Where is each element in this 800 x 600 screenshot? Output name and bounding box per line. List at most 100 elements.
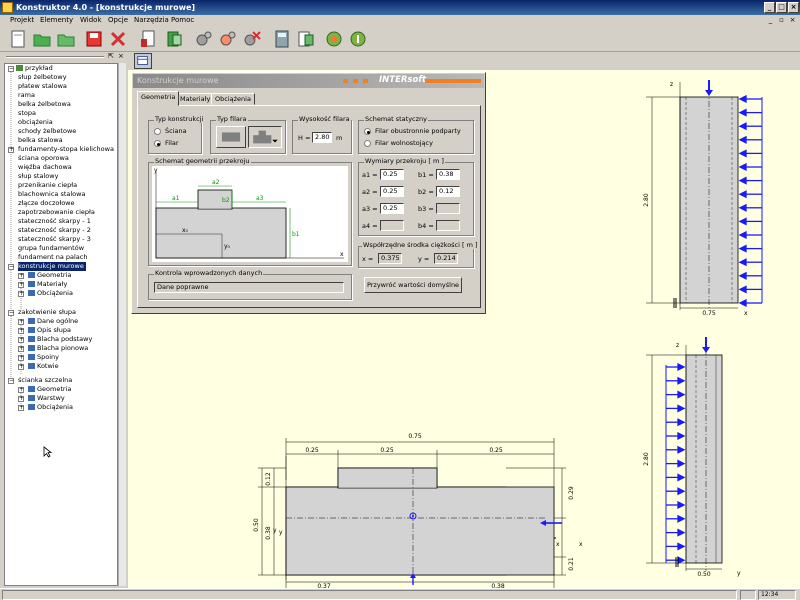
collapse-toggle[interactable]: − — [8, 378, 14, 384]
tree-root[interactable]: przykład — [16, 64, 53, 73]
tree-subitem[interactable]: Kotwie — [28, 362, 59, 371]
pin-icon[interactable]: ⇱ — [108, 52, 114, 60]
export-icon[interactable] — [164, 29, 184, 49]
tree-subitem[interactable]: Obciążenia — [28, 289, 73, 298]
tree-item[interactable]: belka stalowa — [18, 136, 63, 145]
tree-subitem[interactable]: Geometria — [28, 385, 71, 394]
tree-subitem[interactable]: Dane ogólne — [28, 317, 78, 326]
tree-item[interactable]: zapotrzebowanie ciepła — [18, 208, 95, 217]
close-button[interactable]: × — [788, 2, 799, 13]
expand-toggle[interactable]: + — [18, 346, 24, 352]
tree-item[interactable]: słup żelbetowy — [18, 73, 67, 82]
expand-toggle[interactable]: + — [18, 319, 24, 325]
collapse-toggle[interactable]: − — [8, 310, 14, 316]
tree-item[interactable]: przenikanie ciepła — [18, 181, 77, 190]
new-document-icon[interactable] — [8, 29, 28, 49]
menu-projekt[interactable]: Projekt — [10, 16, 34, 24]
expand-toggle[interactable]: + — [18, 282, 24, 288]
tree-item[interactable]: więźba dachowa — [18, 163, 72, 172]
tree-item[interactable]: stopa — [18, 109, 36, 118]
expand-toggle[interactable]: + — [18, 328, 24, 334]
minimize-button[interactable]: _ — [764, 2, 775, 13]
folder-icon[interactable] — [56, 29, 76, 49]
restore-defaults-button[interactable]: Przywróć wartości domyślne — [364, 277, 462, 293]
mdi-minimize-button[interactable]: _ — [766, 16, 775, 25]
expand-toggle[interactable]: + — [18, 291, 24, 297]
tree-subitem[interactable]: Blacha podstawy — [28, 335, 92, 344]
a3-input[interactable]: 0.25 — [380, 203, 404, 214]
radio-sciana[interactable] — [154, 128, 161, 135]
menu-pomoc[interactable]: Pomoc — [171, 16, 194, 24]
radio-filar[interactable] — [154, 140, 161, 147]
report-icon[interactable] — [296, 29, 316, 49]
filar-type-rect-button[interactable] — [216, 126, 246, 148]
tree-subitem[interactable]: Materiały — [28, 280, 67, 289]
maximize-button[interactable]: □ — [776, 2, 787, 13]
tree-item[interactable]: ściana oporowa — [18, 154, 69, 163]
a1-input[interactable]: 0.25 — [380, 169, 404, 180]
radio-obustronnie[interactable] — [364, 128, 371, 135]
expand-toggle[interactable]: + — [18, 355, 24, 361]
print-preview-icon[interactable] — [138, 29, 158, 49]
settings-icon[interactable] — [194, 29, 214, 49]
open-folder-icon[interactable] — [32, 29, 52, 49]
tree-subitem[interactable]: Warstwy — [28, 394, 65, 403]
tree-subitem[interactable]: Blacha pionowa — [28, 344, 88, 353]
tree-item[interactable]: blachownica stalowa — [18, 190, 85, 199]
calculator-icon[interactable] — [272, 29, 292, 49]
radio-wolnostojacy[interactable] — [364, 140, 371, 147]
tab-obciazenia[interactable]: Obciążenia — [211, 93, 255, 105]
tree-item[interactable]: rama — [18, 91, 35, 100]
tree-item[interactable]: zakotwienie słupa — [18, 308, 76, 317]
panel-close-icon[interactable]: × — [118, 52, 124, 60]
mdi-restore-button[interactable]: ▫ — [777, 16, 786, 25]
tab-materialy[interactable]: Materiały — [176, 93, 215, 105]
menu-opcje[interactable]: Opcje — [108, 16, 128, 24]
tree-item[interactable]: ścianka szczelna — [18, 376, 72, 385]
tree-scrollbar[interactable] — [118, 63, 126, 586]
expand-toggle[interactable]: + — [18, 273, 24, 279]
tree-subitem[interactable]: Spoiny — [28, 353, 59, 362]
tree-item[interactable]: stateczność skarpy - 3 — [18, 235, 91, 244]
info-icon[interactable] — [348, 29, 368, 49]
tree-item[interactable]: grupa fundamentów — [18, 244, 84, 253]
collapse-toggle[interactable]: − — [8, 264, 14, 270]
tree-subitem[interactable]: Obciążenia — [28, 403, 73, 412]
expand-toggle[interactable]: + — [18, 396, 24, 402]
expand-toggle[interactable]: + — [18, 405, 24, 411]
tree-item[interactable]: fundamenty-stopa kielichowa — [18, 145, 114, 154]
expand-toggle[interactable]: + — [18, 364, 24, 370]
expand-toggle[interactable]: + — [8, 147, 14, 153]
tree-item[interactable]: obciążenia — [18, 118, 53, 127]
tree-item-selected[interactable]: konstrukcje murowe — [18, 262, 86, 271]
tree-item[interactable]: słup stalowy — [18, 172, 58, 181]
expand-toggle[interactable]: + — [18, 387, 24, 393]
tree-item[interactable]: belka żelbetowa — [18, 100, 71, 109]
tree-item[interactable]: stateczność skarpy - 2 — [18, 226, 91, 235]
save-icon[interactable] — [84, 29, 104, 49]
menu-widok[interactable]: Widok — [80, 16, 102, 24]
tree-item[interactable]: płatew stalowa — [18, 82, 67, 91]
tools-delete-icon[interactable] — [242, 29, 262, 49]
height-input[interactable]: 2.80 — [312, 132, 332, 143]
tree-item[interactable]: schody żelbetowe — [18, 127, 76, 136]
expand-toggle[interactable]: − — [8, 66, 14, 72]
tree-item[interactable]: złącze doczołowe — [18, 199, 75, 208]
tab-geometria[interactable]: Geometria — [137, 91, 180, 106]
menu-elementy[interactable]: Elementy — [40, 16, 73, 24]
a2-input[interactable]: 0.25 — [380, 186, 404, 197]
b1-input[interactable]: 0.38 — [436, 169, 460, 180]
tree-subitem[interactable]: Geometria — [28, 271, 71, 280]
help-icon[interactable] — [324, 29, 344, 49]
filar-type-t-button[interactable] — [248, 126, 282, 148]
delete-icon[interactable] — [108, 29, 128, 49]
expand-toggle[interactable]: + — [18, 337, 24, 343]
view-toggle-icon[interactable] — [134, 53, 152, 69]
menu-narzedzia[interactable]: Narzędzia — [134, 16, 169, 24]
tree-item[interactable]: stateczność skarpy - 1 — [18, 217, 91, 226]
tools-icon[interactable] — [218, 29, 238, 49]
mdi-close-button[interactable]: × — [788, 16, 797, 25]
tree-subitem[interactable]: Opis słupa — [28, 326, 71, 335]
b2-input[interactable]: 0.12 — [436, 186, 460, 197]
tree-item[interactable]: fundament na palach — [18, 253, 87, 262]
